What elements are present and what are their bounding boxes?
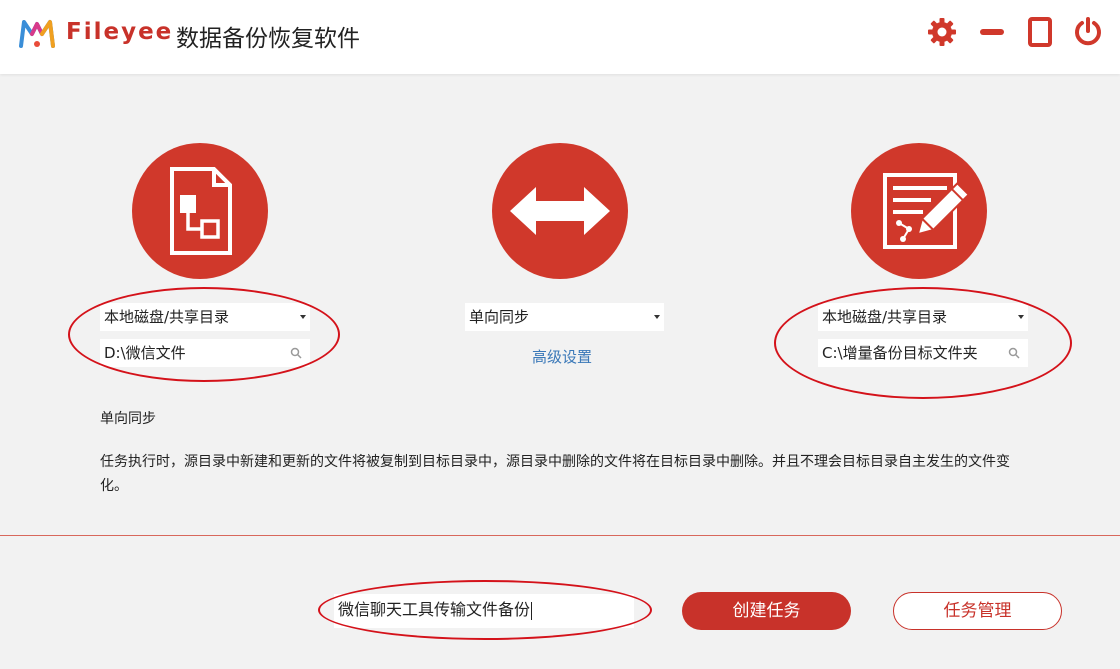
document-flowchart-icon <box>170 167 232 255</box>
chevron-down-icon <box>300 315 306 319</box>
annotation-ellipse-source <box>68 287 340 382</box>
minimize-icon[interactable] <box>976 16 1008 48</box>
task-management-button[interactable]: 任务管理 <box>893 592 1062 630</box>
app-title: 数据备份恢复软件 <box>176 26 360 52</box>
chevron-down-icon <box>1018 315 1024 319</box>
sync-mode-value: 单向同步 <box>469 308 530 326</box>
target-path-field[interactable]: C:\增量备份目标文件夹 <box>818 339 1028 367</box>
source-path-value: D:\微信文件 <box>104 344 186 362</box>
source-circle[interactable] <box>132 143 268 279</box>
brand-name: Fileyee <box>66 19 174 45</box>
text-cursor <box>531 601 533 620</box>
task-name-input[interactable]: 微信聊天工具传输文件备份 <box>334 594 634 628</box>
target-type-value: 本地磁盘/共享目录 <box>822 308 948 326</box>
chevron-down-icon <box>654 315 660 319</box>
task-name-value: 微信聊天工具传输文件备份 <box>338 600 531 619</box>
search-icon[interactable] <box>290 347 302 359</box>
search-icon[interactable] <box>1008 347 1020 359</box>
title-bar: Fileyee 数据备份恢复软件 <box>0 0 1120 74</box>
source-type-value: 本地磁盘/共享目录 <box>104 308 230 326</box>
power-icon[interactable] <box>1072 16 1104 48</box>
gear-icon[interactable] <box>926 16 958 48</box>
sync-mode-select[interactable]: 单向同步 <box>465 303 664 331</box>
target-path-value: C:\增量备份目标文件夹 <box>822 344 978 362</box>
source-path-field[interactable]: D:\微信文件 <box>100 339 310 367</box>
fileyee-logo-icon <box>19 20 55 48</box>
mode-description: 任务执行时，源目录中新建和更新的文件将被复制到目标目录中，源目录中删除的文件将在… <box>100 454 1010 494</box>
create-task-button[interactable]: 创建任务 <box>682 592 851 630</box>
edit-document-icon <box>883 173 971 249</box>
source-type-select[interactable]: 本地磁盘/共享目录 <box>100 303 310 331</box>
advanced-settings-link[interactable]: 高级设置 <box>532 346 592 367</box>
target-type-select[interactable]: 本地磁盘/共享目录 <box>818 303 1028 331</box>
sync-direction-circle[interactable] <box>492 143 628 279</box>
section-divider <box>0 535 1120 536</box>
double-arrow-icon <box>510 187 610 235</box>
mode-title: 单向同步 <box>100 411 156 427</box>
target-circle[interactable] <box>851 143 987 279</box>
maximize-icon[interactable] <box>1024 16 1056 48</box>
